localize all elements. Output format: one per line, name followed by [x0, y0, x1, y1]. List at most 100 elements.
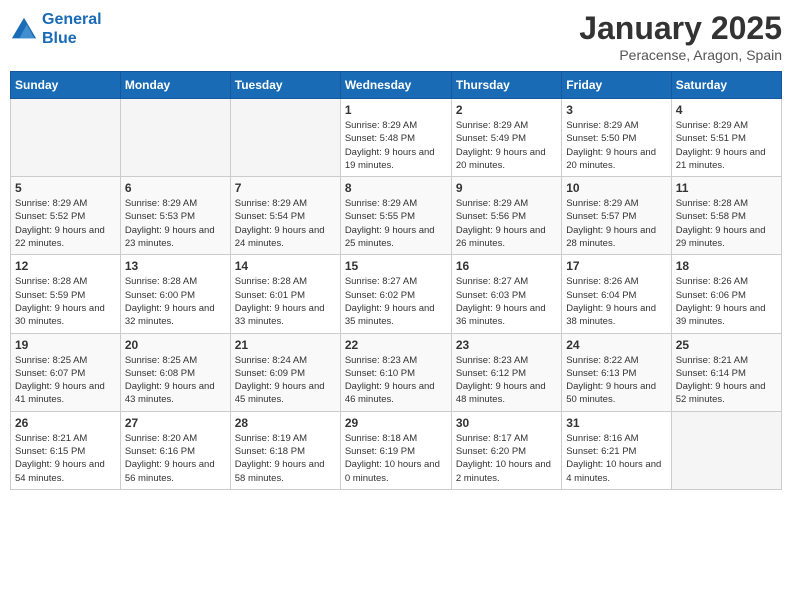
day-detail: Sunrise: 8:29 AMSunset: 5:53 PMDaylight:…	[125, 197, 226, 250]
calendar-cell: 12Sunrise: 8:28 AMSunset: 5:59 PMDayligh…	[11, 255, 121, 333]
day-detail: Sunrise: 8:29 AMSunset: 5:51 PMDaylight:…	[676, 119, 777, 172]
day-number: 23	[456, 338, 557, 352]
calendar-cell	[671, 411, 781, 489]
day-number: 13	[125, 259, 226, 273]
day-detail: Sunrise: 8:24 AMSunset: 6:09 PMDaylight:…	[235, 354, 336, 407]
day-detail: Sunrise: 8:28 AMSunset: 5:58 PMDaylight:…	[676, 197, 777, 250]
day-detail: Sunrise: 8:29 AMSunset: 5:54 PMDaylight:…	[235, 197, 336, 250]
calendar-cell: 23 Sunrise: 8:23 AMSunset: 6:12 PMDayligh…	[451, 333, 561, 411]
calendar-cell: 17Sunrise: 8:26 AMSunset: 6:04 PMDayligh…	[562, 255, 671, 333]
day-number: 1	[345, 103, 447, 117]
calendar-cell: 9 Sunrise: 8:29 AMSunset: 5:56 PMDaylight…	[451, 177, 561, 255]
calendar-cell: 26 Sunrise: 8:21 AMSunset: 6:15 PMDayligh…	[11, 411, 121, 489]
weekday-header: Tuesday	[230, 72, 340, 99]
calendar-cell: 10 Sunrise: 8:29 AMSunset: 5:57 PMDayligh…	[562, 177, 671, 255]
logo-line2: Blue	[42, 30, 77, 47]
calendar-cell: 29 Sunrise: 8:18 AMSunset: 6:19 PMDayligh…	[340, 411, 451, 489]
calendar-cell: 31 Sunrise: 8:16 AMSunset: 6:21 PMDayligh…	[562, 411, 671, 489]
calendar-cell	[120, 99, 230, 177]
day-detail: Sunrise: 8:21 AMSunset: 6:14 PMDaylight:…	[676, 354, 777, 407]
day-detail: Sunrise: 8:23 AMSunset: 6:10 PMDaylight:…	[345, 354, 447, 407]
calendar-subtitle: Peracense, Aragon, Spain	[579, 47, 782, 63]
calendar-week-row: 12Sunrise: 8:28 AMSunset: 5:59 PMDayligh…	[11, 255, 782, 333]
calendar-cell	[230, 99, 340, 177]
day-detail: Sunrise: 8:25 AMSunset: 6:07 PMDaylight:…	[15, 354, 116, 407]
day-detail: Sunrise: 8:29 AMSunset: 5:49 PMDaylight:…	[456, 119, 557, 172]
page: General Blue January 2025 Peracense, Ara…	[0, 0, 792, 612]
calendar-cell: 27 Sunrise: 8:20 AMSunset: 6:16 PMDayligh…	[120, 411, 230, 489]
calendar-cell: 16 Sunrise: 8:27 AMSunset: 6:03 PMDayligh…	[451, 255, 561, 333]
calendar-cell: 5 Sunrise: 8:29 AMSunset: 5:52 PMDaylight…	[11, 177, 121, 255]
weekday-header: Sunday	[11, 72, 121, 99]
day-detail: Sunrise: 8:28 AMSunset: 6:00 PMDaylight:…	[125, 275, 226, 328]
calendar-cell: 21Sunrise: 8:24 AMSunset: 6:09 PMDayligh…	[230, 333, 340, 411]
day-number: 22	[345, 338, 447, 352]
day-detail: Sunrise: 8:18 AMSunset: 6:19 PMDaylight:…	[345, 432, 447, 485]
day-detail: Sunrise: 8:27 AMSunset: 6:03 PMDaylight:…	[456, 275, 557, 328]
day-number: 16	[456, 259, 557, 273]
day-number: 24	[566, 338, 666, 352]
day-detail: Sunrise: 8:20 AMSunset: 6:16 PMDaylight:…	[125, 432, 226, 485]
day-detail: Sunrise: 8:29 AMSunset: 5:50 PMDaylight:…	[566, 119, 666, 172]
calendar-cell	[11, 99, 121, 177]
day-number: 14	[235, 259, 336, 273]
day-detail: Sunrise: 8:29 AMSunset: 5:48 PMDaylight:…	[345, 119, 447, 172]
day-detail: Sunrise: 8:26 AMSunset: 6:06 PMDaylight:…	[676, 275, 777, 328]
day-detail: Sunrise: 8:28 AMSunset: 6:01 PMDaylight:…	[235, 275, 336, 328]
day-number: 25	[676, 338, 777, 352]
logo-icon	[10, 15, 38, 43]
day-number: 29	[345, 416, 447, 430]
day-number: 6	[125, 181, 226, 195]
calendar-week-row: 1 Sunrise: 8:29 AMSunset: 5:48 PMDaylight…	[11, 99, 782, 177]
day-detail: Sunrise: 8:25 AMSunset: 6:08 PMDaylight:…	[125, 354, 226, 407]
day-detail: Sunrise: 8:19 AMSunset: 6:18 PMDaylight:…	[235, 432, 336, 485]
day-detail: Sunrise: 8:23 AMSunset: 6:12 PMDaylight:…	[456, 354, 557, 407]
day-number: 30	[456, 416, 557, 430]
day-detail: Sunrise: 8:29 AMSunset: 5:52 PMDaylight:…	[15, 197, 116, 250]
day-number: 19	[15, 338, 116, 352]
day-detail: Sunrise: 8:29 AMSunset: 5:56 PMDaylight:…	[456, 197, 557, 250]
calendar-cell: 14 Sunrise: 8:28 AMSunset: 6:01 PMDayligh…	[230, 255, 340, 333]
weekday-header: Wednesday	[340, 72, 451, 99]
weekday-header-row: SundayMondayTuesdayWednesdayThursdayFrid…	[11, 72, 782, 99]
day-detail: Sunrise: 8:16 AMSunset: 6:21 PMDaylight:…	[566, 432, 666, 485]
day-number: 8	[345, 181, 447, 195]
calendar-cell: 4 Sunrise: 8:29 AMSunset: 5:51 PMDaylight…	[671, 99, 781, 177]
day-number: 2	[456, 103, 557, 117]
day-detail: Sunrise: 8:22 AMSunset: 6:13 PMDaylight:…	[566, 354, 666, 407]
day-detail: Sunrise: 8:27 AMSunset: 6:02 PMDaylight:…	[345, 275, 447, 328]
day-number: 15	[345, 259, 447, 273]
weekday-header: Thursday	[451, 72, 561, 99]
day-number: 18	[676, 259, 777, 273]
calendar-cell: 2 Sunrise: 8:29 AMSunset: 5:49 PMDaylight…	[451, 99, 561, 177]
day-number: 9	[456, 181, 557, 195]
calendar-cell: 24 Sunrise: 8:22 AMSunset: 6:13 PMDayligh…	[562, 333, 671, 411]
day-number: 7	[235, 181, 336, 195]
calendar-cell: 1 Sunrise: 8:29 AMSunset: 5:48 PMDaylight…	[340, 99, 451, 177]
calendar-title: January 2025	[579, 10, 782, 47]
day-number: 20	[125, 338, 226, 352]
day-number: 3	[566, 103, 666, 117]
calendar-week-row: 19 Sunrise: 8:25 AMSunset: 6:07 PMDayligh…	[11, 333, 782, 411]
day-number: 10	[566, 181, 666, 195]
day-number: 11	[676, 181, 777, 195]
calendar-table: SundayMondayTuesdayWednesdayThursdayFrid…	[10, 71, 782, 490]
weekday-header: Monday	[120, 72, 230, 99]
day-number: 28	[235, 416, 336, 430]
logo-text: General Blue	[42, 10, 102, 48]
day-detail: Sunrise: 8:21 AMSunset: 6:15 PMDaylight:…	[15, 432, 116, 485]
calendar-cell: 7 Sunrise: 8:29 AMSunset: 5:54 PMDaylight…	[230, 177, 340, 255]
day-number: 5	[15, 181, 116, 195]
day-number: 26	[15, 416, 116, 430]
calendar-cell: 11 Sunrise: 8:28 AMSunset: 5:58 PMDayligh…	[671, 177, 781, 255]
day-number: 31	[566, 416, 666, 430]
calendar-cell: 30Sunrise: 8:17 AMSunset: 6:20 PMDayligh…	[451, 411, 561, 489]
day-detail: Sunrise: 8:29 AMSunset: 5:57 PMDaylight:…	[566, 197, 666, 250]
day-number: 4	[676, 103, 777, 117]
calendar-cell: 15 Sunrise: 8:27 AMSunset: 6:02 PMDayligh…	[340, 255, 451, 333]
logo: General Blue	[10, 10, 102, 48]
day-number: 27	[125, 416, 226, 430]
day-detail: Sunrise: 8:28 AMSunset: 5:59 PMDaylight:…	[15, 275, 116, 328]
calendar-week-row: 26 Sunrise: 8:21 AMSunset: 6:15 PMDayligh…	[11, 411, 782, 489]
calendar-cell: 25 Sunrise: 8:21 AMSunset: 6:14 PMDayligh…	[671, 333, 781, 411]
